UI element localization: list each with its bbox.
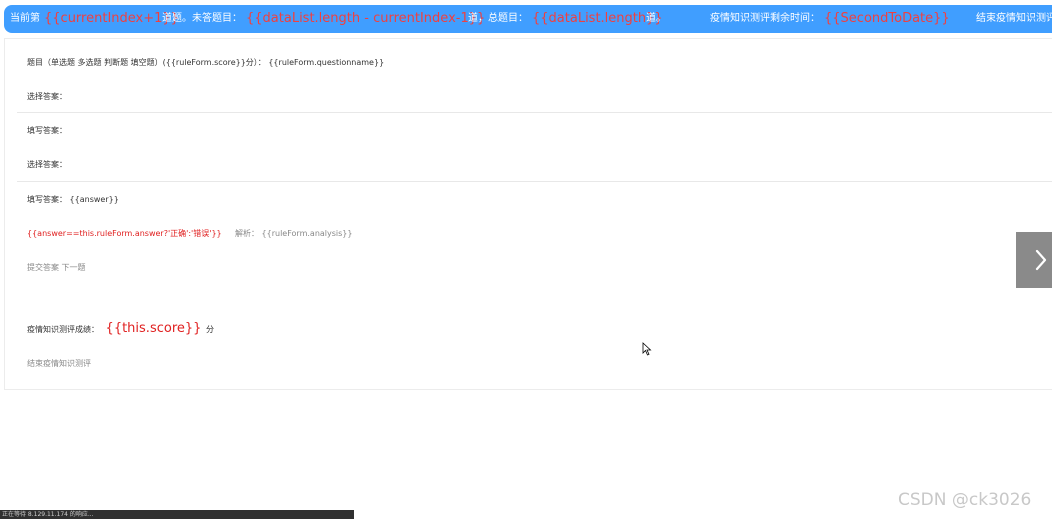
current-suffix: 道题。未答题目： [162, 13, 242, 24]
mouse-cursor-icon [642, 341, 652, 360]
csdn-watermark: CSDN @ck3026 [898, 490, 1032, 510]
end-test-button[interactable]: 结束疫情知识测评 [976, 5, 1052, 33]
end-test-link[interactable]: 结束疫情知识测评 [27, 358, 91, 369]
score-value: {{this.score}} [105, 321, 202, 336]
remaining-count-expr: {{dataList.length - currentIndex-1}} [246, 11, 486, 26]
current-prefix: 当前第 [10, 13, 40, 24]
choose-answer-label: 选择答案： [27, 160, 67, 169]
score-unit: 分 [205, 325, 214, 334]
remaining-suffix: 道，总题目： [468, 13, 528, 24]
fill-answer-label: 填写答案： [27, 126, 67, 135]
fill-answer-value: 填写答案： {{answer}} [27, 195, 119, 204]
browser-status-bar: 正在等待 8.129.11.174 的响应... [0, 510, 354, 519]
total-count-expr: {{dataList.length}} [532, 11, 663, 26]
timer-label: 疫情知识测评剩余时间： [710, 13, 820, 24]
countdown-timer: {{SecondToDate}} [824, 11, 950, 26]
question-progress-bar: 当前第 {{currentIndex+1}} 道题。未答题目： {{dataLi… [4, 5, 1052, 33]
answer-result: {{answer==this.ruleForm.answer?'正确':'错误'… [27, 229, 222, 238]
question-card: 题目（单选题 多选题 判断题 填空题）({{ruleForm.score}}分）… [4, 38, 1052, 390]
current-index-expr: {{currentIndex+1}} [44, 11, 179, 26]
section-divider [17, 181, 1052, 182]
answer-analysis: 解析： {{ruleForm.analysis}} [235, 229, 353, 238]
score-label: 疫情知识测评成绩： [27, 325, 99, 334]
question-title: 题目（单选题 多选题 判断题 填空题）({{ruleForm.score}}分）… [27, 58, 385, 67]
next-question-button[interactable] [1016, 232, 1052, 288]
chevron-right-icon [1035, 249, 1047, 271]
choose-answer-label: 选择答案： [27, 92, 67, 101]
submit-next-button[interactable]: 提交答案 下一题 [27, 262, 86, 273]
total-suffix: 道。 [646, 13, 666, 24]
score-row: 疫情知识测评成绩： {{this.score}} 分 [27, 319, 214, 339]
section-divider [17, 112, 1052, 113]
